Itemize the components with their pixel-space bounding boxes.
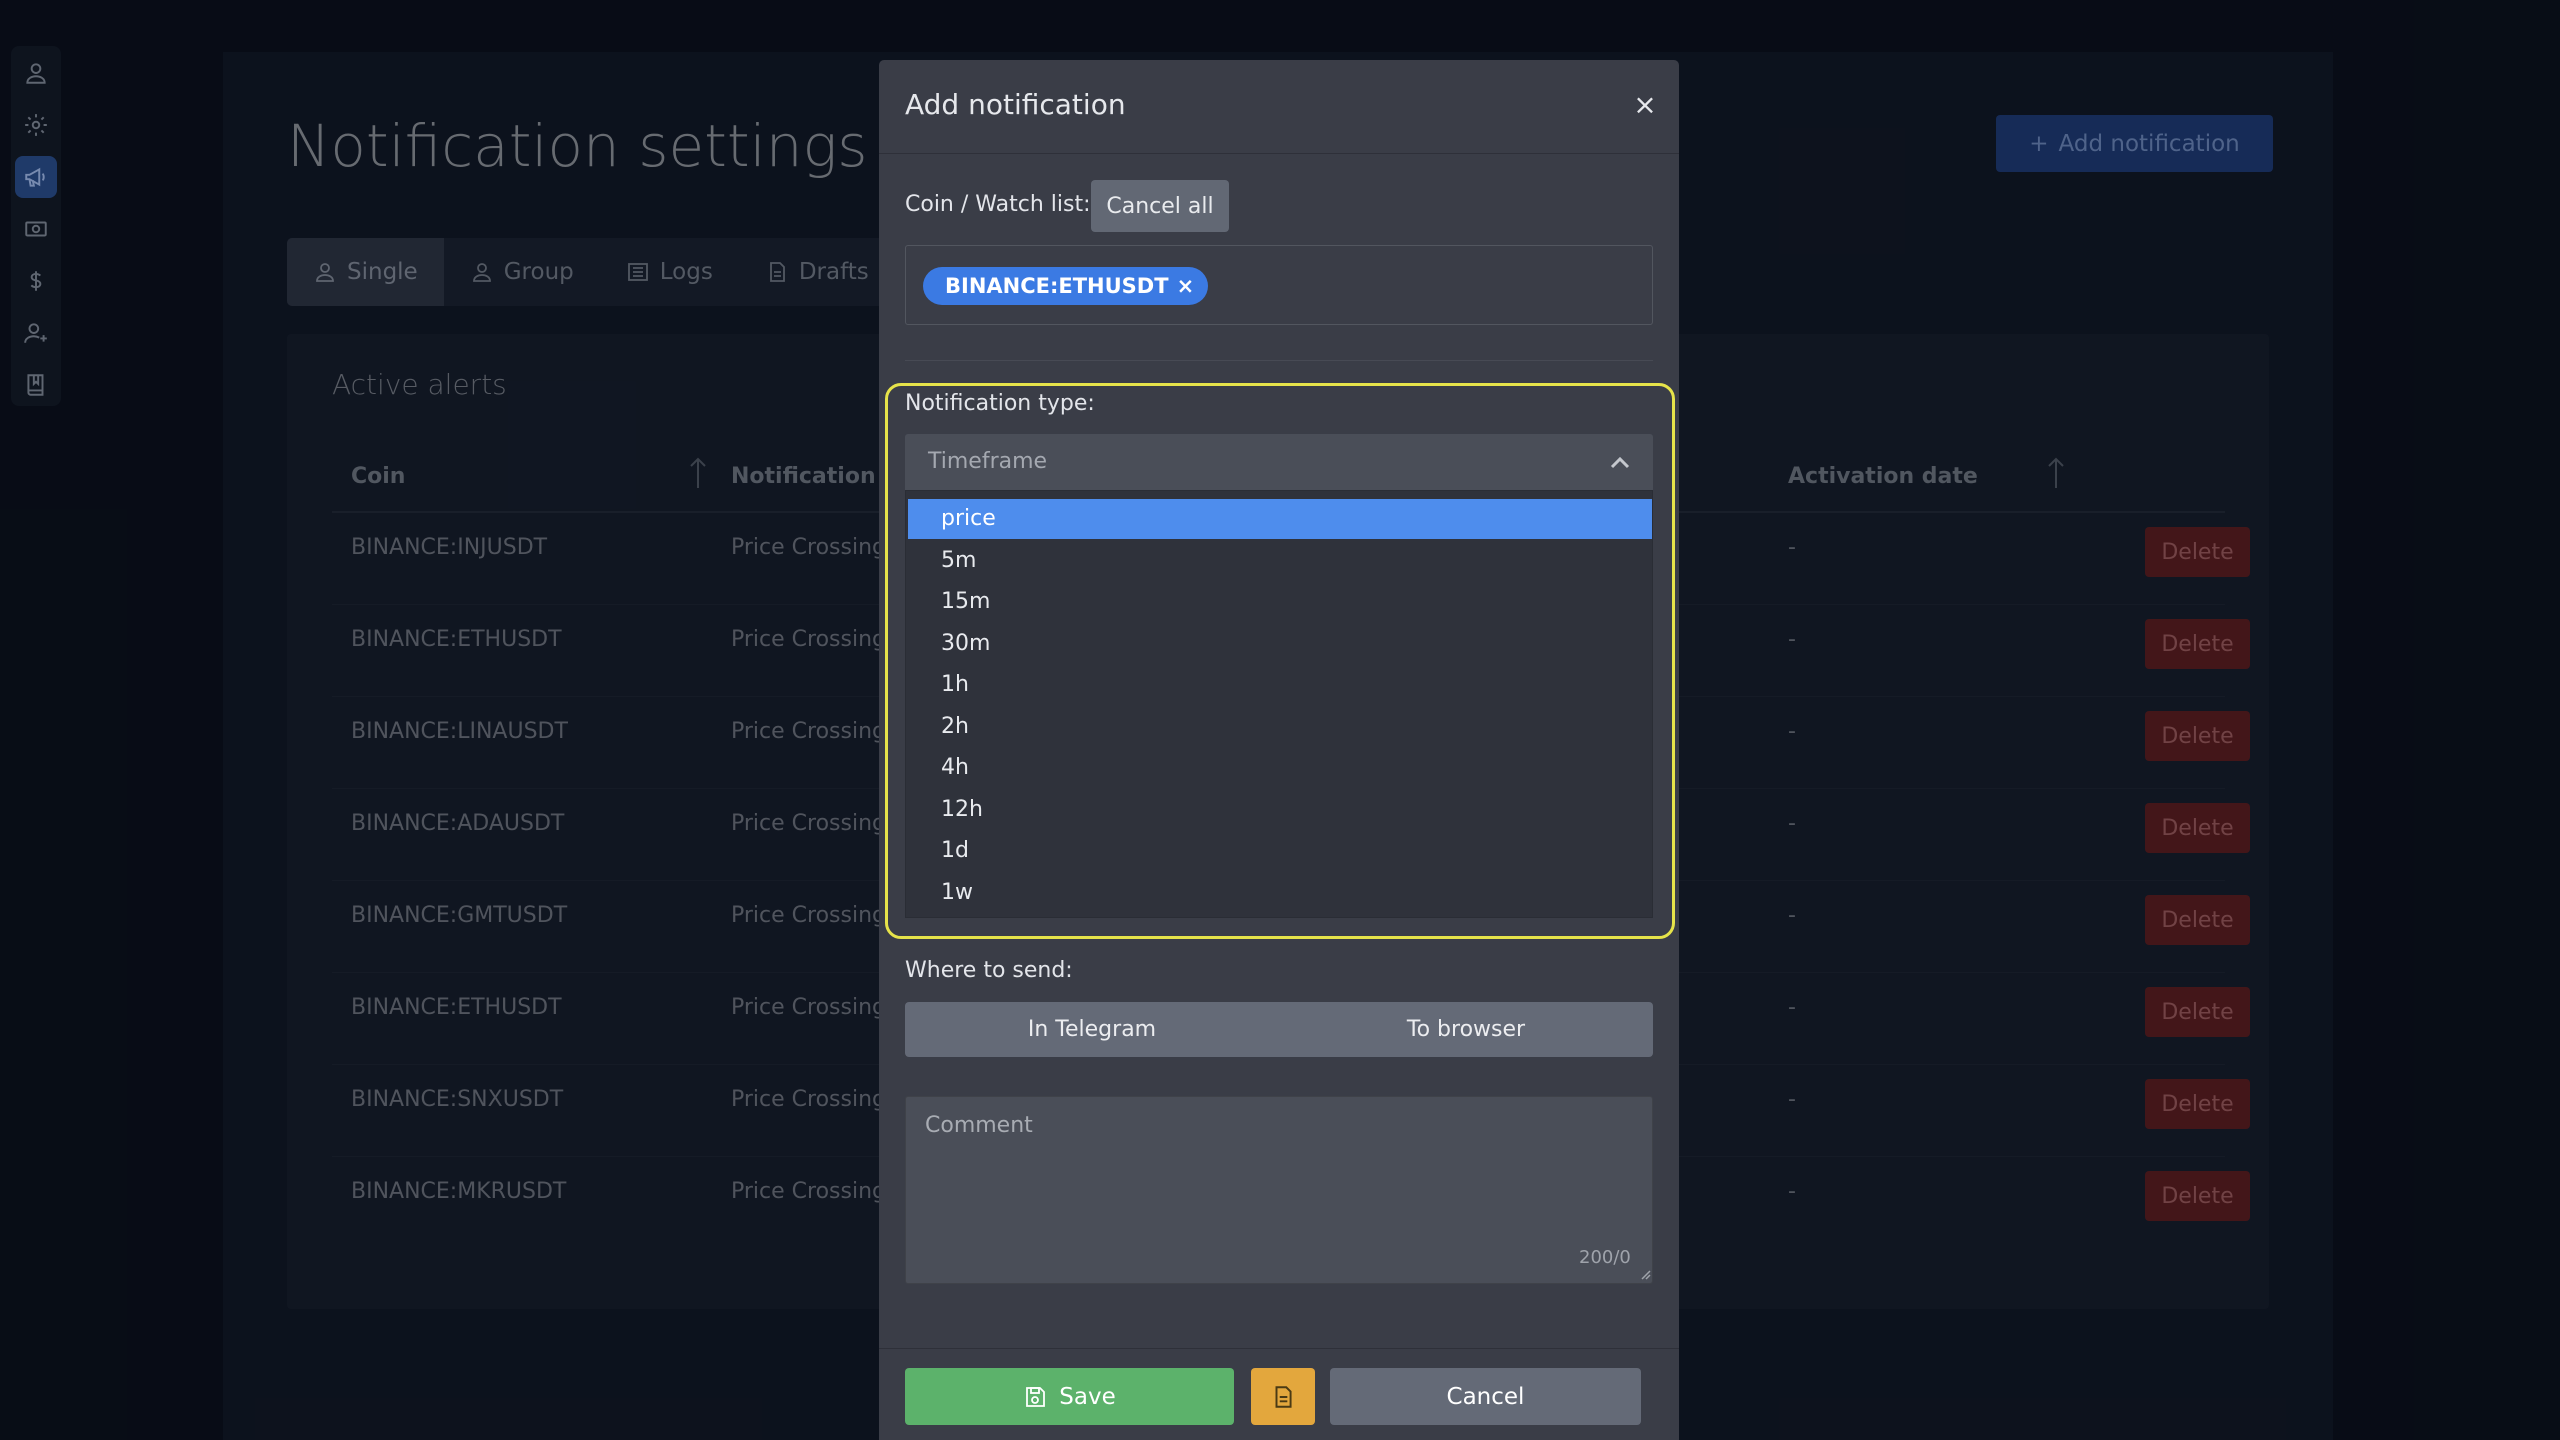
coin-input[interactable]: BINANCE:ETHUSDT ×	[905, 245, 1653, 325]
chip-label: BINANCE:ETHUSDT	[945, 274, 1169, 298]
save-button[interactable]: Save	[905, 1368, 1234, 1425]
cancel-all-button[interactable]: Cancel all	[1091, 180, 1229, 232]
coin-chip: BINANCE:ETHUSDT ×	[923, 267, 1209, 305]
save-label: Save	[1059, 1383, 1116, 1410]
resize-handle-icon[interactable]	[1639, 1268, 1651, 1280]
send-target-group: In Telegram To browser	[905, 1002, 1653, 1057]
modal-header: Add notification ×	[879, 60, 1679, 154]
modal-footer-divider	[879, 1348, 1679, 1349]
cancel-button[interactable]: Cancel	[1330, 1368, 1641, 1425]
where-to-send-label: Where to send:	[905, 958, 1073, 983]
floppy-icon	[1026, 1386, 1046, 1407]
focus-highlight	[885, 383, 1675, 939]
chip-remove-icon[interactable]: ×	[1177, 274, 1195, 298]
modal-title: Add notification	[905, 88, 1126, 121]
document-icon	[1275, 1385, 1292, 1408]
close-icon[interactable]: ×	[1629, 88, 1661, 121]
coin-watchlist-label: Coin / Watch list:	[905, 192, 1091, 217]
send-telegram-button[interactable]: In Telegram	[905, 1002, 1279, 1057]
send-browser-button[interactable]: To browser	[1279, 1002, 1653, 1057]
add-notification-modal: Add notification × Coin / Watch list: Ca…	[879, 60, 1679, 1440]
save-draft-button[interactable]	[1251, 1368, 1315, 1425]
comment-field[interactable]	[905, 1096, 1653, 1284]
section-divider	[905, 360, 1653, 361]
character-counter: 200/0	[1579, 1247, 1631, 1268]
